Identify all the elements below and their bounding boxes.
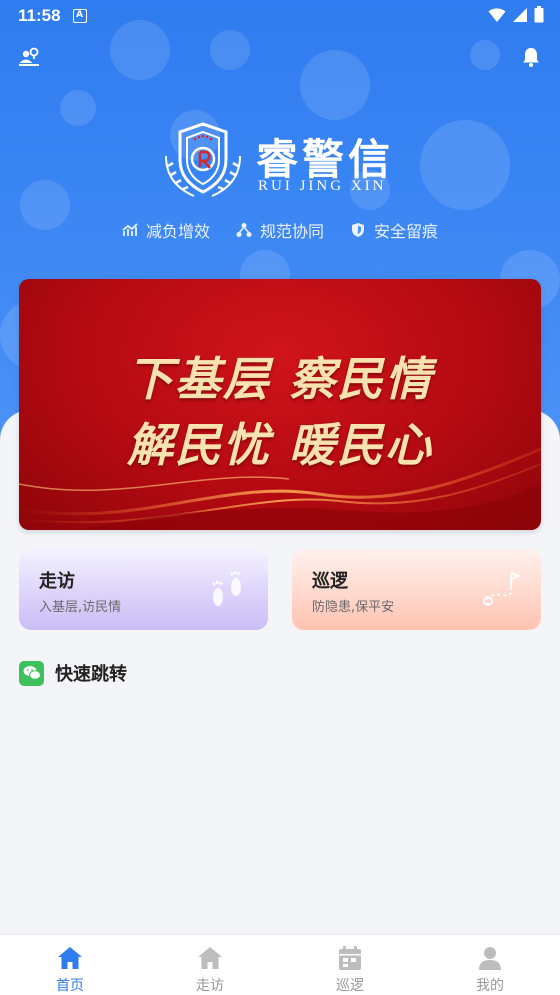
shield-emblem-icon (165, 122, 241, 197)
home-icon (58, 947, 82, 969)
nav-tab-home[interactable]: 首页 (0, 935, 140, 995)
nav-label: 我的 (476, 978, 504, 994)
nav-label: 走访 (196, 978, 224, 994)
calendar-icon (339, 946, 361, 970)
nav-label: 首页 (56, 978, 84, 994)
slogan-item: 安全留痕 (350, 218, 438, 242)
signal-icon (513, 7, 527, 22)
nav-label: 巡逻 (336, 978, 364, 994)
nav-tab-mine[interactable]: 我的 (420, 935, 560, 995)
slogan-item: 减负增效 (122, 218, 210, 242)
network-icon (236, 223, 252, 237)
nav-tab-patrol[interactable]: 巡逻 (280, 935, 420, 995)
bell-icon[interactable] (520, 46, 542, 68)
slogan-label: 规范协同 (259, 222, 324, 241)
slogan-label: 安全留痕 (374, 222, 439, 241)
patrol-card[interactable]: 巡逻 防隐患,保平安 (292, 549, 541, 630)
wifi-icon (488, 7, 506, 22)
footprints-icon (212, 570, 241, 606)
status-time: 11:58 (18, 6, 61, 25)
chart-icon (122, 223, 138, 236)
slogan-row: 减负增效 规范协同 安全留痕 (0, 218, 560, 242)
slogan-label: 减负增效 (145, 222, 210, 241)
user-icon (479, 947, 501, 970)
status-bar: 11:58 A (0, 0, 560, 32)
quick-jump-section: 快速跳转 (19, 660, 127, 686)
banner-slogan-line1: 下基层 察民情 (126, 352, 433, 406)
app-logo: 睿警信 RUI JING XIN (160, 122, 410, 202)
route-flag-icon (483, 572, 521, 606)
home-icon (198, 947, 222, 969)
notification-badge: A (72, 9, 87, 23)
visit-card[interactable]: 走访 入基层,访民情 (19, 549, 268, 630)
shield-icon (352, 223, 364, 237)
logo-subtitle: RUI JING XIN (258, 178, 387, 194)
promo-banner[interactable]: 下基层 察民情 解民忧 暖民心 (19, 279, 541, 530)
banner-slogan-line2: 解民忧 暖民心 (126, 418, 433, 472)
slogan-item: 规范协同 (236, 218, 324, 242)
quick-jump-title: 快速跳转 (55, 664, 127, 685)
nav-tab-visit[interactable]: 走访 (140, 935, 280, 995)
wechat-icon (19, 660, 44, 686)
bottom-nav: 首页 走访 巡逻 我的 (0, 934, 560, 995)
location-user-icon[interactable] (18, 46, 40, 68)
battery-icon (534, 6, 544, 23)
